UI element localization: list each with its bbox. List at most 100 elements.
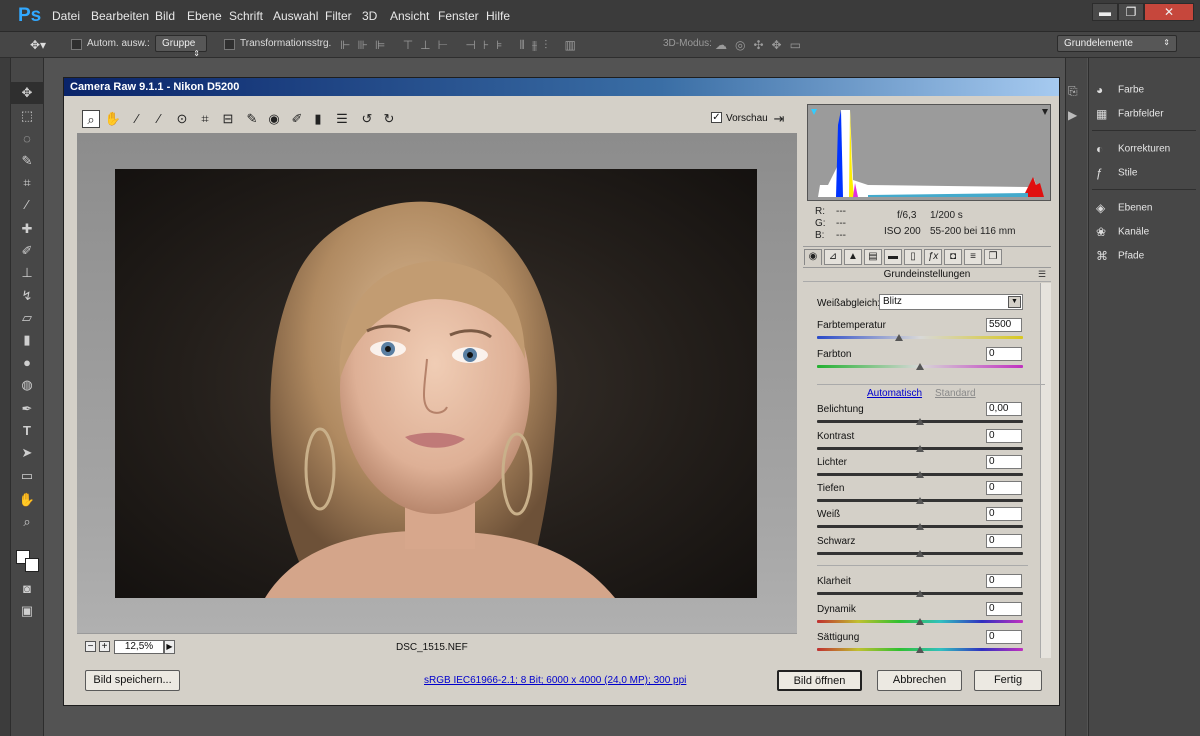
panel-kanaele[interactable]: ❀ Kanäle bbox=[1096, 226, 1149, 238]
menu-auswahl[interactable]: Auswahl bbox=[273, 9, 318, 23]
dropdown-arrow-icon[interactable]: ▼ bbox=[1008, 296, 1021, 308]
camera-calibration-tab-icon[interactable]: ◘ bbox=[944, 249, 962, 265]
minimize-button[interactable]: ▬ bbox=[1092, 3, 1118, 21]
stamp-tool-icon[interactable]: ⊥ bbox=[10, 262, 44, 284]
color-sampler-icon[interactable]: ⁄ bbox=[150, 110, 168, 128]
3d-mode-icons[interactable]: ☁◎✣✥▭ bbox=[715, 38, 809, 52]
close-button[interactable]: ✕ bbox=[1144, 3, 1194, 21]
slider-value-field[interactable]: 0 bbox=[986, 347, 1022, 361]
hand-tool-icon[interactable]: ✋ bbox=[104, 110, 122, 128]
menu-filter[interactable]: Filter bbox=[325, 9, 352, 23]
slider-thumb[interactable] bbox=[916, 646, 924, 653]
slider-value-field[interactable]: 0 bbox=[986, 534, 1022, 548]
path-select-icon[interactable]: ➤ bbox=[10, 442, 44, 464]
slider-value-field[interactable]: 0 bbox=[986, 630, 1022, 644]
done-button[interactable]: Fertig bbox=[974, 670, 1042, 691]
adjustment-brush-icon[interactable]: ✐ bbox=[288, 110, 306, 128]
slider-value-field[interactable]: 0,00 bbox=[986, 402, 1022, 416]
eraser-tool-icon[interactable]: ▱ bbox=[10, 307, 44, 329]
menu-hilfe[interactable]: Hilfe bbox=[486, 9, 510, 23]
zoom-in-icon[interactable]: + bbox=[99, 641, 110, 652]
straighten-icon[interactable]: ⊟ bbox=[219, 110, 237, 128]
slider-thumb[interactable] bbox=[916, 618, 924, 625]
shadow-clipping-icon[interactable] bbox=[811, 109, 817, 115]
slider-thumb[interactable] bbox=[916, 523, 924, 530]
crop-icon[interactable]: ⌗ bbox=[196, 110, 214, 128]
spot-removal-icon[interactable]: ✎ bbox=[243, 110, 261, 128]
align-icons[interactable]: ⊩⊪⊫ ⊤⊥⊢ ⊣⊦⊧ ⫴⫵⫶ ▥ bbox=[340, 38, 583, 53]
panel-farbfelder[interactable]: ▦ Farbfelder bbox=[1096, 108, 1164, 120]
slider-track[interactable] bbox=[817, 336, 1023, 339]
type-tool-icon[interactable]: T bbox=[10, 420, 44, 442]
zoom-out-icon[interactable]: − bbox=[85, 641, 96, 652]
basic-tab-icon[interactable]: ◉ bbox=[804, 249, 822, 265]
slider-value-field[interactable]: 0 bbox=[986, 602, 1022, 616]
snapshots-tab-icon[interactable]: ❐ bbox=[984, 249, 1002, 265]
open-image-button[interactable]: Bild öffnen bbox=[777, 670, 862, 691]
fullscreen-icon[interactable]: ⇥ bbox=[770, 110, 788, 128]
history-icon[interactable]: ⎘ bbox=[1068, 84, 1078, 99]
panel-scrollbar[interactable] bbox=[1040, 283, 1051, 658]
slider-value-field[interactable]: 0 bbox=[986, 455, 1022, 469]
hsl-tab-icon[interactable]: ▤ bbox=[864, 249, 882, 265]
zoom-level-field[interactable]: 12,5% bbox=[114, 640, 164, 654]
panel-ebenen[interactable]: ◈ Ebenen bbox=[1096, 202, 1152, 214]
menu-bild[interactable]: Bild bbox=[155, 9, 175, 23]
slider-value-field[interactable]: 0 bbox=[986, 507, 1022, 521]
slider-value-field[interactable]: 0 bbox=[986, 574, 1022, 588]
menu-3d[interactable]: 3D bbox=[362, 9, 377, 23]
slider-thumb[interactable] bbox=[916, 418, 924, 425]
white-balance-select[interactable]: Blitz bbox=[879, 294, 1023, 310]
shape-tool-icon[interactable]: ▭ bbox=[10, 465, 44, 487]
rotate-right-icon[interactable]: ↻ bbox=[380, 110, 398, 128]
slider-value-field[interactable]: 5500 bbox=[986, 318, 1022, 332]
slider-thumb[interactable] bbox=[916, 590, 924, 597]
menu-datei[interactable]: Datei bbox=[52, 9, 80, 23]
panel-farbe[interactable]: ◕ Farbe bbox=[1096, 84, 1144, 96]
red-eye-icon[interactable]: ◉ bbox=[265, 110, 283, 128]
zoom-tool-icon[interactable]: ⌕ bbox=[82, 110, 100, 128]
move-tool-icon[interactable]: ✥ bbox=[10, 82, 44, 104]
slider-thumb[interactable] bbox=[916, 497, 924, 504]
white-balance-icon[interactable]: ⁄ bbox=[128, 110, 146, 128]
split-toning-tab-icon[interactable]: ▬ bbox=[884, 249, 902, 265]
panel-pfade[interactable]: ⌘ Pfade bbox=[1096, 250, 1144, 262]
menu-schrift[interactable]: Schrift bbox=[229, 9, 263, 23]
brush-tool-icon[interactable]: ✐ bbox=[10, 240, 44, 262]
menu-ebene[interactable]: Ebene bbox=[187, 9, 222, 23]
panel-stile[interactable]: ƒ Stile bbox=[1096, 167, 1137, 179]
preview-checkbox[interactable]: ✓ bbox=[711, 112, 722, 123]
default-link[interactable]: Standard bbox=[935, 388, 976, 399]
healing-tool-icon[interactable]: ✚ bbox=[10, 218, 44, 240]
play-icon[interactable]: ▶ bbox=[1068, 108, 1077, 122]
slider-thumb[interactable] bbox=[916, 471, 924, 478]
workflow-options-link[interactable]: sRGB IEC61966-2.1; 8 Bit; 6000 x 4000 (2… bbox=[424, 675, 686, 686]
workspace-select[interactable]: Grundelemente ⇕ bbox=[1057, 35, 1177, 52]
restore-button[interactable]: ❐ bbox=[1118, 3, 1144, 21]
background-color-swatch[interactable] bbox=[25, 558, 39, 572]
lasso-tool-icon[interactable]: ◌ bbox=[10, 128, 44, 150]
detail-tab-icon[interactable]: ▲ bbox=[844, 249, 862, 265]
zoom-menu-arrow-icon[interactable]: ▶ bbox=[164, 640, 175, 654]
slider-thumb[interactable] bbox=[916, 550, 924, 557]
panel-menu-icon[interactable]: ☰ bbox=[1038, 269, 1046, 280]
screen-mode-icon[interactable]: ▣ bbox=[10, 600, 44, 622]
group-select[interactable]: Gruppe ⇕ bbox=[155, 35, 207, 58]
presets-tab-icon[interactable]: ≡ bbox=[964, 249, 982, 265]
slider-thumb[interactable] bbox=[895, 334, 904, 341]
quick-mask-icon[interactable]: ◙ bbox=[10, 578, 44, 600]
slider-thumb[interactable] bbox=[916, 363, 924, 370]
transform-checkbox[interactable] bbox=[224, 39, 235, 50]
cancel-button[interactable]: Abbrechen bbox=[877, 670, 962, 691]
history-brush-icon[interactable]: ↯ bbox=[10, 285, 44, 307]
pen-tool-icon[interactable]: ✒ bbox=[10, 398, 44, 420]
highlight-clipping-icon[interactable] bbox=[1042, 109, 1048, 115]
lens-tab-icon[interactable]: ▯ bbox=[904, 249, 922, 265]
zoom-tool-icon[interactable]: ⌕ bbox=[10, 511, 44, 533]
effects-tab-icon[interactable]: ƒx bbox=[924, 249, 942, 265]
auto-select-checkbox[interactable] bbox=[71, 39, 82, 50]
slider-value-field[interactable]: 0 bbox=[986, 481, 1022, 495]
slider-value-field[interactable]: 0 bbox=[986, 429, 1022, 443]
menu-bearbeiten[interactable]: Bearbeiten bbox=[91, 9, 149, 23]
panel-korrekturen[interactable]: ◐ Korrekturen bbox=[1096, 143, 1170, 155]
